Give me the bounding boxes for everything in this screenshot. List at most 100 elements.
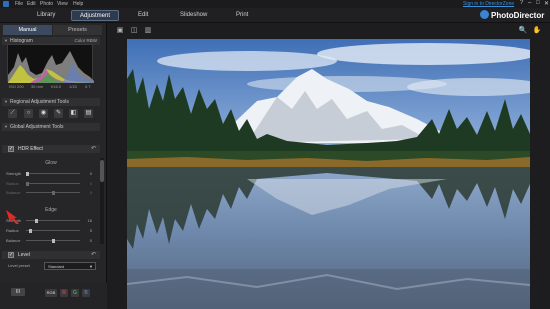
- slider-label: Radius: [6, 228, 19, 233]
- tab-presets[interactable]: Presets: [53, 25, 102, 35]
- mode-print[interactable]: Print: [236, 12, 248, 18]
- mode-slideshow[interactable]: Slideshow: [180, 12, 207, 18]
- edge-balance-slider[interactable]: Balance 0: [6, 238, 96, 244]
- photo-viewer: [107, 39, 550, 309]
- exif-aperture: f/16.0: [51, 84, 62, 89]
- glow-radius-slider[interactable]: Radius 0: [6, 181, 96, 187]
- slider-label: Balance: [6, 238, 21, 243]
- reset-icon[interactable]: ↶: [91, 251, 96, 259]
- hdr-effect-header[interactable]: ✓ HDR Effect ↶: [2, 145, 100, 153]
- slider-knob[interactable]: [26, 182, 29, 186]
- compare-button[interactable]: ΙΙΙ: [11, 288, 25, 296]
- channel-blue-button[interactable]: B: [82, 289, 90, 297]
- level-enable-checkbox[interactable]: ✓: [8, 252, 14, 258]
- landscape-photo[interactable]: [127, 39, 530, 309]
- mode-edit[interactable]: Edit: [138, 12, 148, 18]
- glow-strength-slider[interactable]: Strength 0: [6, 171, 96, 177]
- reset-icon[interactable]: ↶: [91, 145, 96, 153]
- exif-focal: 35 mm: [31, 84, 44, 89]
- menu-bar: File Edit Photo View Help Sign in to Dir…: [0, 0, 550, 8]
- adjustment-brush-icon[interactable]: ✎: [54, 109, 63, 118]
- menu-view[interactable]: View: [57, 1, 68, 7]
- red-eye-icon[interactable]: ◉: [39, 109, 48, 118]
- slider-knob[interactable]: [29, 229, 32, 233]
- mode-adjustment[interactable]: Adjustment: [71, 10, 120, 21]
- slider-knob[interactable]: [52, 239, 55, 243]
- slider-track[interactable]: [26, 239, 80, 243]
- scrollbar-thumb[interactable]: [100, 160, 104, 182]
- minimize-icon[interactable]: –: [528, 0, 531, 6]
- app-logo-icon: [3, 1, 9, 7]
- crop-tool-icon[interactable]: ⟋: [8, 109, 17, 118]
- slider-track[interactable]: [26, 172, 80, 176]
- slider-track[interactable]: [26, 229, 80, 233]
- slider-knob[interactable]: [26, 172, 29, 176]
- level-preset-value: Standard: [48, 264, 65, 269]
- level-title: Level: [18, 252, 30, 258]
- glow-title: Glow: [45, 160, 57, 166]
- red-arrow-icon: [6, 210, 19, 224]
- glow-balance-slider[interactable]: Balance 0: [6, 190, 96, 196]
- level-preset-dropdown[interactable]: Standard ▼: [44, 262, 96, 270]
- histogram-chart: [7, 44, 94, 83]
- help-icon[interactable]: ?: [520, 0, 523, 6]
- slider-value: 0: [89, 190, 92, 195]
- slider-value: 0: [89, 171, 92, 176]
- level-preset-label: Level preset: [8, 263, 30, 268]
- close-icon[interactable]: ✕: [544, 0, 549, 7]
- regional-tools-title: Regional Adjustment Tools: [10, 99, 69, 105]
- slider-value: 5: [89, 228, 92, 233]
- panel-scrollbar[interactable]: [100, 158, 104, 244]
- menu-edit[interactable]: Edit: [27, 1, 36, 7]
- pan-hand-icon[interactable]: ✋: [532, 26, 542, 35]
- hdr-effect-title: HDR Effect: [18, 146, 43, 152]
- menu-help[interactable]: Help: [73, 1, 83, 7]
- maximize-icon[interactable]: □: [536, 0, 540, 6]
- viewer-toolbar: ▣ ◫ ▥ 🔍 ✋: [107, 23, 550, 39]
- zoom-icon[interactable]: 🔍: [518, 26, 528, 35]
- panel-bottom-bar: ΙΙΙ RGB R G B: [0, 283, 107, 309]
- slider-value: 0: [89, 238, 92, 243]
- gradient-mask-icon[interactable]: ◧: [69, 109, 78, 118]
- slider-label: Balance: [6, 190, 21, 195]
- channel-green-button[interactable]: G: [71, 289, 79, 297]
- regional-tools-header[interactable]: ▼ Regional Adjustment Tools: [2, 98, 100, 106]
- slider-label: Radius: [6, 181, 19, 186]
- global-tools-header[interactable]: ▼ Global Adjustment Tools: [2, 123, 100, 131]
- level-header[interactable]: ✓ Level ↶: [2, 251, 100, 259]
- slider-value: 16: [87, 218, 92, 223]
- brand-logo: PhotoDirector: [480, 10, 544, 21]
- slider-knob[interactable]: [35, 219, 38, 223]
- regional-tools-row: ⟋ ○ ◉ ✎ ◧ ▤: [8, 109, 98, 119]
- hdr-enable-checkbox[interactable]: ✓: [8, 146, 14, 152]
- menu-photo[interactable]: Photo: [40, 1, 53, 7]
- radial-filter-icon[interactable]: ▤: [84, 109, 93, 118]
- mode-bar: Library Adjustment Edit Slideshow Print …: [0, 8, 550, 23]
- slider-track[interactable]: [26, 182, 80, 186]
- channel-red-button[interactable]: R: [60, 289, 68, 297]
- chevron-down-icon: ▼: [89, 264, 93, 269]
- exif-shutter: 1/15: [69, 84, 77, 89]
- slider-track[interactable]: [26, 191, 80, 195]
- global-tools-title: Global Adjustment Tools: [10, 124, 64, 130]
- sign-in-link[interactable]: Sign in to DirectorZone: [463, 1, 514, 7]
- exif-ev: 0.7: [85, 84, 91, 89]
- panel-tabs: Manual Presets: [3, 25, 103, 35]
- slider-label: Strength: [6, 171, 22, 176]
- brand-name: PhotoDirector: [491, 11, 545, 20]
- channel-rgb-button[interactable]: RGB: [45, 289, 57, 297]
- slider-track[interactable]: [26, 219, 80, 223]
- tab-manual[interactable]: Manual: [3, 25, 52, 35]
- single-view-icon[interactable]: ▣: [115, 26, 125, 35]
- slider-knob[interactable]: [52, 191, 55, 195]
- compare-view-icon[interactable]: ◫: [129, 26, 139, 35]
- spot-removal-icon[interactable]: ○: [24, 109, 33, 118]
- collapse-triangle-icon: ▼: [4, 124, 8, 129]
- slider-value: 0: [89, 181, 92, 186]
- menu-file[interactable]: File: [15, 1, 23, 7]
- brand-icon: [480, 10, 489, 19]
- edge-radius-slider[interactable]: Radius 5: [6, 228, 96, 234]
- level-preset-row: Level preset Standard ▼: [8, 262, 96, 271]
- mode-library[interactable]: Library: [37, 12, 55, 18]
- before-after-icon[interactable]: ▥: [143, 26, 153, 35]
